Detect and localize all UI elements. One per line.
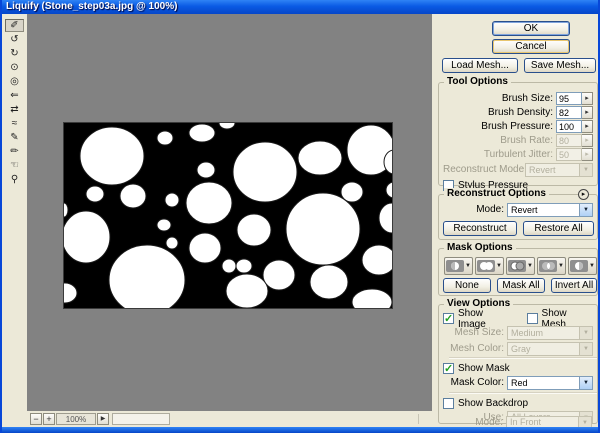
- turbulent-jitter-input: 50: [556, 148, 582, 161]
- mesh-size-select: Medium ▼: [507, 326, 593, 340]
- ok-button[interactable]: OK: [492, 21, 570, 36]
- show-mask-label: Show Mask: [458, 363, 510, 374]
- bloat-tool[interactable]: ◎: [5, 75, 24, 88]
- resize-grip: [418, 414, 426, 424]
- freeze-mask-tool[interactable]: ✎: [5, 131, 24, 144]
- chevron-down-icon: ▼: [579, 343, 592, 355]
- restore-all-button[interactable]: Restore All: [523, 221, 594, 236]
- brush-size-label: Brush Size:: [443, 93, 556, 104]
- mesh-size-label: Mesh Size:: [443, 327, 507, 338]
- title-bar[interactable]: Liquify (Stone_step03a.jpg @ 100%): [0, 0, 600, 14]
- forward-warp-tool[interactable]: ✐: [5, 19, 24, 32]
- mesh-color-label: Mesh Color:: [443, 343, 507, 354]
- turbulent-jitter-label: Turbulent Jitter:: [443, 149, 556, 160]
- intersect-with-selection-icon[interactable]: ▼: [537, 257, 566, 275]
- turbulent-jitter-slider-arrow: ▸: [582, 148, 593, 161]
- options-panel: OK Cancel Load Mesh... Save Mesh... Tool…: [432, 14, 600, 427]
- zoom-tool[interactable]: ⚲: [5, 173, 24, 186]
- turbulence-tool[interactable]: ≈: [5, 117, 24, 130]
- chevron-down-icon: ▼: [496, 263, 502, 269]
- horizontal-scrollbar[interactable]: [112, 413, 170, 425]
- brush-pressure-input[interactable]: 100: [556, 120, 582, 133]
- load-mesh-button[interactable]: Load Mesh...: [442, 58, 518, 73]
- liquify-tool-palette: ✐↺↻⊙◎⇐⇄≈✎✏☜⚲: [2, 14, 27, 411]
- zoom-out-button[interactable]: −: [30, 413, 42, 425]
- mesh-color-select: Gray ▼: [507, 342, 593, 356]
- brush-density-input[interactable]: 82: [556, 106, 582, 119]
- pucker-tool[interactable]: ⊙: [5, 61, 24, 74]
- show-image-checkbox[interactable]: [443, 313, 454, 324]
- dialog-title: Liquify (Stone_step03a.jpg @ 100%): [6, 1, 177, 12]
- replace-selection-icon[interactable]: ▼: [444, 257, 473, 275]
- add-to-selection-icon[interactable]: ▼: [475, 257, 504, 275]
- view-options-group: View Options Show Image Show Mesh Mesh S…: [438, 304, 598, 424]
- show-mask-checkbox[interactable]: [443, 363, 454, 374]
- brush-density-label: Brush Density:: [443, 107, 556, 118]
- brush-rate-slider-arrow: ▸: [582, 134, 593, 147]
- push-left-tool[interactable]: ⇐: [5, 89, 24, 102]
- thaw-mask-tool[interactable]: ✏: [5, 145, 24, 158]
- zoom-in-button[interactable]: +: [43, 413, 55, 425]
- chevron-down-icon: ▼: [579, 327, 592, 339]
- show-mesh-checkbox[interactable]: [527, 313, 538, 324]
- mask-all-button[interactable]: Mask All: [497, 278, 545, 293]
- brush-rate-label: Brush Rate:: [443, 135, 556, 146]
- brush-rate-input: 80: [556, 134, 582, 147]
- mask-options-title: Mask Options: [444, 242, 516, 253]
- reconstruct-button[interactable]: Reconstruct: [443, 221, 517, 236]
- chevron-down-icon: ▼: [465, 263, 471, 269]
- chevron-down-icon: ▼: [589, 263, 595, 269]
- stone-image-svg: [64, 123, 392, 308]
- mask-none-button[interactable]: None: [443, 278, 491, 293]
- chevron-down-icon: ▼: [578, 417, 591, 427]
- preview-canvas[interactable]: [27, 14, 432, 411]
- reconstruct-options-mode-select[interactable]: Revert ▼: [507, 203, 593, 217]
- invert-all-button[interactable]: Invert All: [551, 278, 597, 293]
- zoom-menu-arrow-button[interactable]: ▶: [97, 413, 109, 425]
- brush-size-slider-arrow[interactable]: ▸: [582, 92, 593, 105]
- chevron-down-icon: ▼: [558, 263, 564, 269]
- mask-color-select[interactable]: Red ▼: [507, 376, 593, 390]
- zoom-level-display: 100%: [56, 413, 96, 425]
- save-mesh-button[interactable]: Save Mesh...: [524, 58, 596, 73]
- twirl-clockwise-tool[interactable]: ↻: [5, 47, 24, 60]
- reconstruct-mode-select: Revert ▼: [525, 163, 593, 177]
- chevron-down-icon: ▼: [527, 263, 533, 269]
- chevron-down-icon: ▼: [579, 164, 592, 176]
- window-bottom-border: [0, 427, 600, 433]
- mirror-tool[interactable]: ⇄: [5, 103, 24, 116]
- cancel-button[interactable]: Cancel: [492, 39, 570, 54]
- reconstruct-mode-label: Reconstruct Mode:: [443, 164, 525, 175]
- reconstruct-mode2-label: Mode:: [443, 204, 507, 215]
- show-backdrop-checkbox[interactable]: [443, 398, 454, 409]
- brush-density-slider-arrow[interactable]: ▸: [582, 106, 593, 119]
- chevron-down-icon[interactable]: ▼: [579, 377, 592, 389]
- panel-menu-icon[interactable]: ▸: [578, 189, 589, 200]
- reconstruct-tool[interactable]: ↺: [5, 33, 24, 46]
- hand-tool[interactable]: ☜: [5, 159, 24, 172]
- tool-options-title: Tool Options: [444, 76, 511, 87]
- show-backdrop-label: Show Backdrop: [458, 398, 528, 409]
- chevron-down-icon[interactable]: ▼: [579, 204, 592, 216]
- reconstruct-options-title: Reconstruct Options: [444, 188, 549, 199]
- reconstruct-options-group: Reconstruct Options ▸ Mode: Revert ▼ Rec…: [438, 194, 598, 240]
- brush-size-input[interactable]: 95: [556, 92, 582, 105]
- mask-options-group: Mask Options ▼ ▼ ▼ ▼: [438, 248, 598, 296]
- subtract-from-selection-icon[interactable]: ▼: [506, 257, 535, 275]
- tool-options-group: Tool Options Brush Size: 95 ▸ Brush Dens…: [438, 82, 598, 186]
- liquify-dialog: Liquify (Stone_step03a.jpg @ 100%) ✐↺↻⊙◎…: [0, 0, 600, 433]
- stone-preview-image[interactable]: [64, 123, 392, 308]
- backdrop-mode-label: Mode:: [442, 417, 506, 428]
- invert-selection-icon[interactable]: ▼: [568, 257, 597, 275]
- brush-pressure-slider-arrow[interactable]: ▸: [582, 120, 593, 133]
- status-bar: − + 100% ▶: [2, 411, 432, 427]
- brush-pressure-label: Brush Pressure:: [443, 121, 556, 132]
- mask-color-label: Mask Color:: [443, 377, 507, 388]
